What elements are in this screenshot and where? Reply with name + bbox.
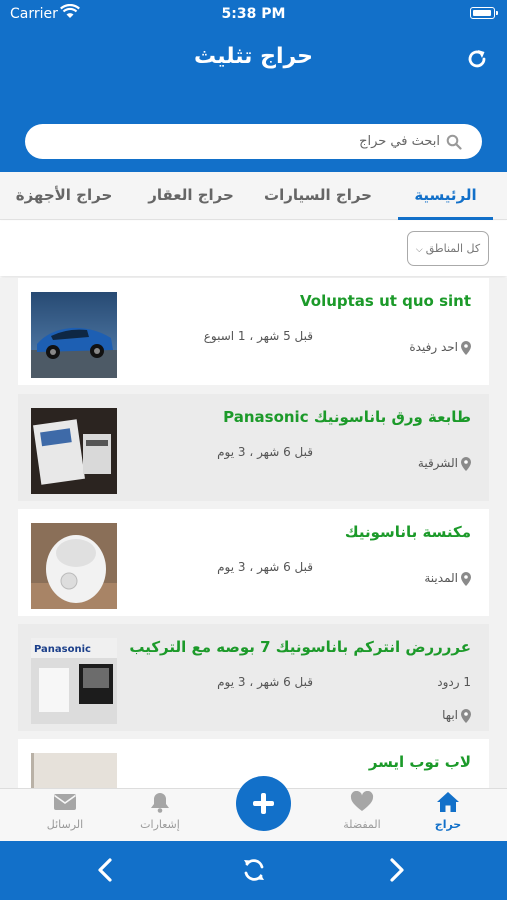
category-tabs: الرئيسية حراج السيارات حراج العقار حراج … [0, 172, 507, 220]
clock: 5:38 PM [221, 6, 286, 22]
tab-home[interactable]: الرئيسية [398, 172, 493, 220]
search-icon [446, 134, 462, 150]
listing-title[interactable]: طابعة ورق باناسونيك Panasonic [131, 408, 471, 426]
listing-location-text: ابها [442, 708, 458, 722]
page-title: حراج تثليث [193, 44, 314, 69]
tab-bar-messages-label: الرسائل [46, 818, 84, 831]
home-icon [437, 792, 459, 812]
listing-location-text: المدينة [424, 571, 458, 585]
tab-bar-notifications-label: إشعارات [140, 818, 180, 831]
thumbnail-brand-text: Panasonic [34, 644, 91, 655]
region-filter-dropdown[interactable]: كل المناطق⌵ [407, 231, 489, 266]
listing-time: قبل 5 شهر ، 1 اسبوع [203, 329, 313, 343]
listing-location: المدينة [424, 571, 471, 586]
listing-card[interactable]: Panasonic عررررض انتركم باناسونيك 7 بوصه… [18, 624, 489, 731]
plus-icon-vertical [261, 793, 266, 814]
tab-realestate[interactable]: حراج العقار [140, 172, 242, 220]
header-bar: Carrier 5:38 PM حراج تثليث [0, 0, 507, 172]
listing-time: قبل 6 شهر ، 3 يوم [217, 445, 313, 459]
battery-icon [470, 7, 498, 19]
browser-nav-bar [0, 841, 507, 900]
filter-row: كل المناطق⌵ [0, 221, 507, 276]
refresh-icon[interactable] [465, 47, 489, 71]
heart-icon [350, 791, 374, 811]
add-listing-button[interactable] [236, 776, 291, 831]
back-arrow-icon[interactable] [91, 855, 121, 885]
tab-bar-home-label: حراج [434, 818, 462, 831]
chevron-down-icon: ⌵ [415, 245, 423, 255]
search-bar[interactable] [25, 124, 482, 159]
listing-replies: 1 ردود [437, 675, 471, 689]
location-pin-icon [461, 456, 471, 471]
listing-thumbnail [31, 408, 117, 494]
listing-location: ابها [442, 708, 471, 723]
listing-title[interactable]: لاب توب ايسر [131, 753, 471, 771]
listing-thumbnail [31, 753, 117, 790]
tab-bar-messages[interactable]: الرسائل [30, 789, 100, 842]
listing-time: قبل 6 شهر ، 3 يوم [217, 675, 313, 689]
location-pin-icon [461, 571, 471, 586]
envelope-icon [54, 794, 76, 810]
listing-card[interactable]: طابعة ورق باناسونيك Panasonic قبل 6 شهر … [18, 394, 489, 501]
forward-arrow-icon[interactable] [381, 855, 411, 885]
tab-bar-home[interactable]: حراج [413, 789, 483, 842]
region-filter-label: كل المناطق [425, 242, 481, 255]
listing-card[interactable]: مكنسة باناسونيك قبل 6 شهر ، 3 يوم المدين… [18, 509, 489, 616]
listing-location-text: احد رفيدة [409, 340, 458, 354]
listing-location-text: الشرقية [417, 456, 458, 470]
tab-bar-notifications[interactable]: إشعارات [125, 789, 195, 842]
tab-cars[interactable]: حراج السيارات [258, 172, 378, 220]
search-input[interactable] [45, 124, 440, 159]
tab-devices[interactable]: حراج الأجهزة [8, 172, 120, 220]
listing-thumbnail: Panasonic [31, 638, 117, 724]
location-pin-icon [461, 708, 471, 723]
listing-title[interactable]: عررررض انتركم باناسونيك 7 بوصه مع التركي… [129, 638, 471, 656]
status-bar: Carrier 5:38 PM [0, 0, 507, 28]
listing-location: احد رفيدة [409, 340, 471, 355]
listing-card[interactable]: Voluptas ut quo sint قبل 5 شهر ، 1 اسبوع… [18, 278, 489, 385]
listing-time: قبل 6 شهر ، 3 يوم [217, 560, 313, 574]
listing-title[interactable]: مكنسة باناسونيك [131, 523, 471, 541]
listings-list[interactable]: Voluptas ut quo sint قبل 5 شهر ، 1 اسبوع… [0, 278, 507, 790]
bell-icon [151, 793, 169, 813]
tab-bar-favorites-label: المفضلة [343, 818, 381, 831]
listing-thumbnail [31, 292, 117, 378]
listing-title[interactable]: Voluptas ut quo sint [131, 292, 471, 310]
location-pin-icon [461, 340, 471, 355]
reload-icon[interactable] [239, 855, 269, 885]
tab-bar-favorites[interactable]: المفضلة [327, 789, 397, 842]
listing-thumbnail [31, 523, 117, 609]
listing-location: الشرقية [418, 456, 471, 471]
